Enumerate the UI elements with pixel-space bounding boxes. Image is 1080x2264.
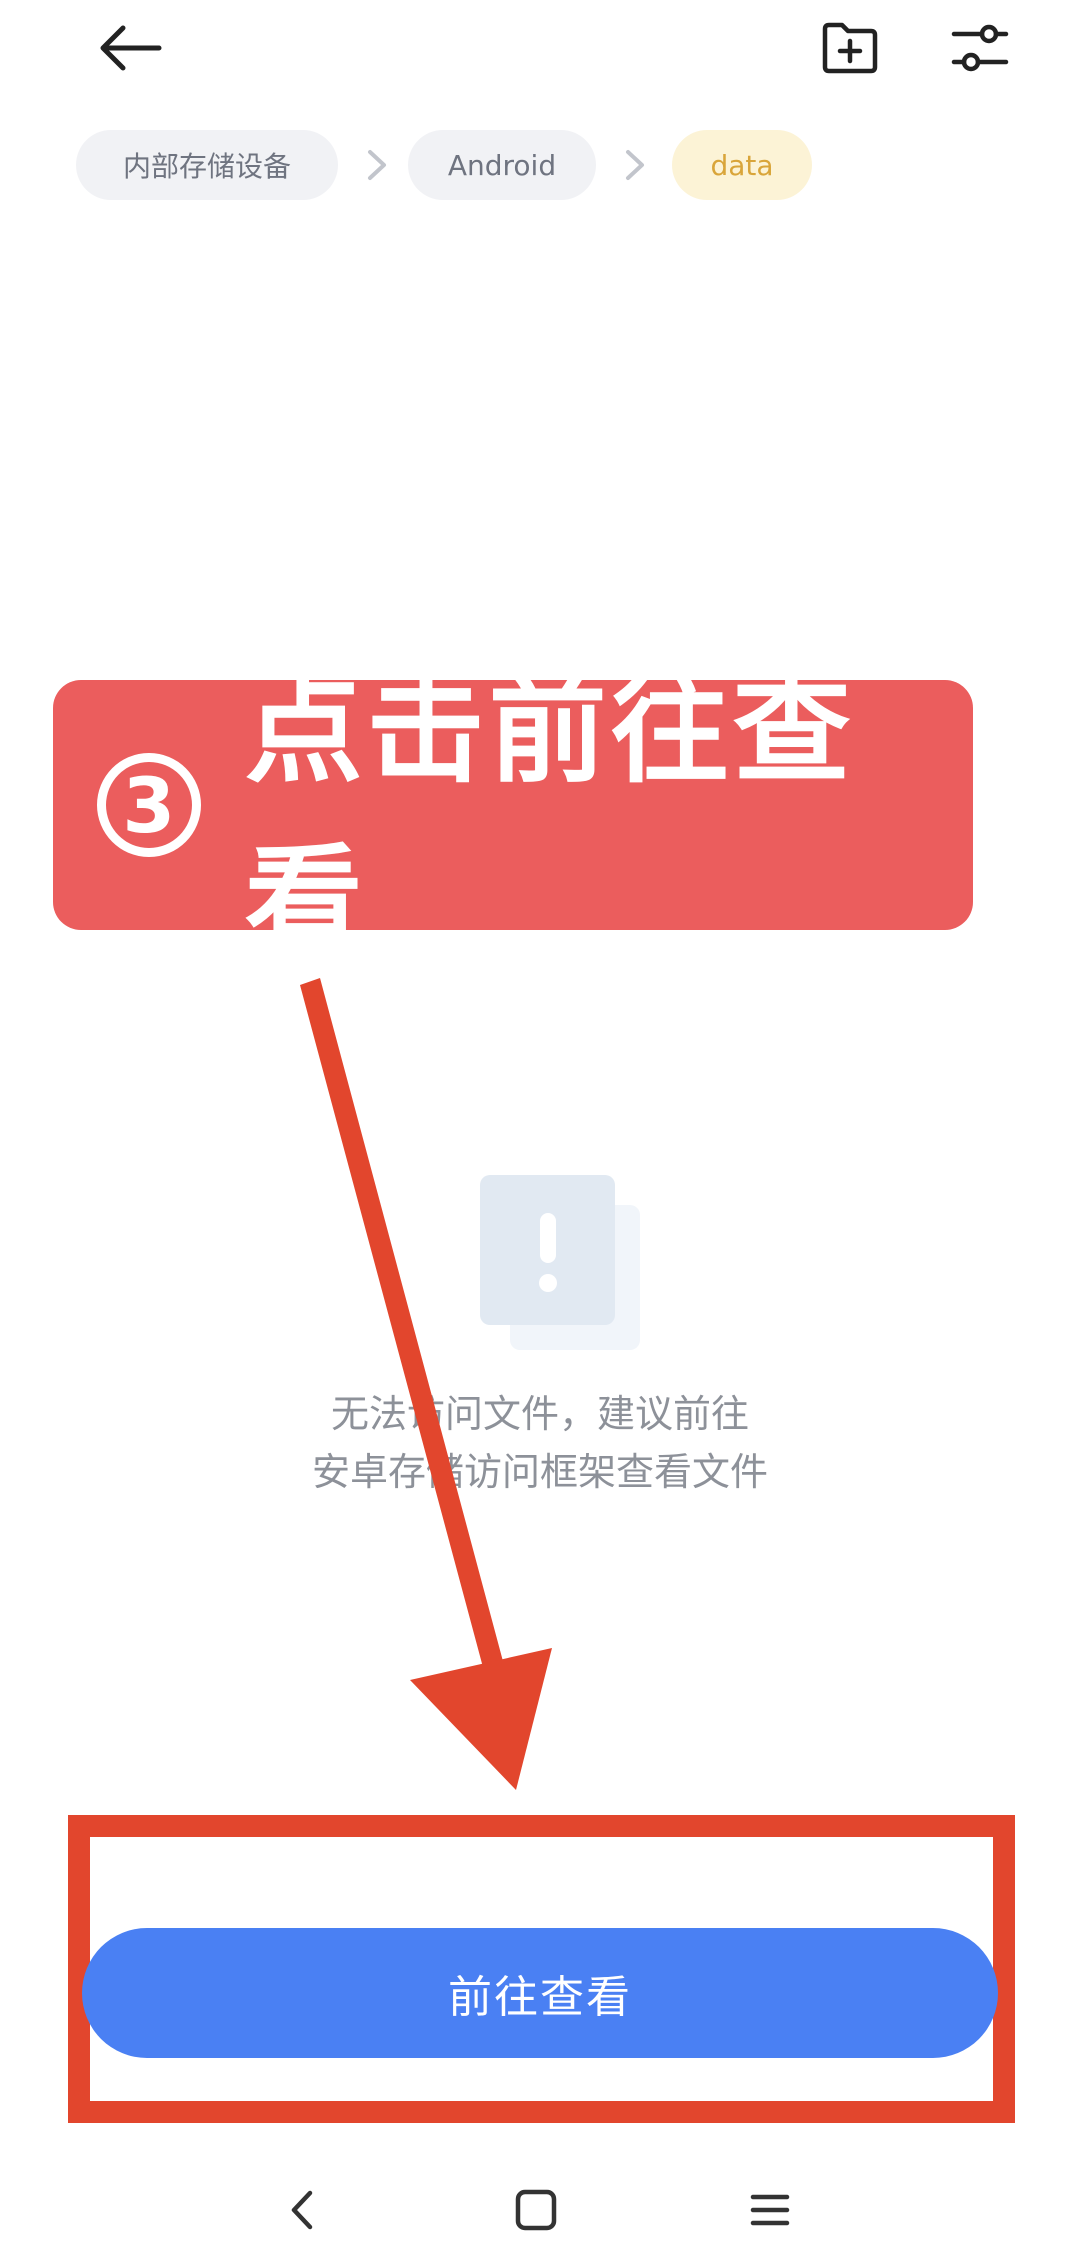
nav-home-button[interactable] (496, 2170, 576, 2250)
empty-state-line-1: 无法访问文件，建议前往 (330, 1392, 749, 1436)
arrow-left-icon (100, 25, 162, 71)
back-button[interactable] (90, 8, 170, 88)
empty-state-line-2: 安卓存储访问框架查看文件 (311, 1450, 768, 1494)
nav-menu-icon (750, 2194, 790, 2226)
nav-back-button[interactable] (262, 2170, 342, 2250)
step-instruction-text: 点击前往查看 (244, 661, 855, 970)
breadcrumb-data[interactable]: data (672, 130, 812, 200)
nav-back-icon (291, 2190, 313, 2230)
nav-home-icon (515, 2189, 557, 2231)
breadcrumb-android[interactable]: Android (408, 130, 596, 200)
go-view-button[interactable]: 前往查看 (82, 1928, 998, 2058)
chevron-right-icon (626, 150, 644, 180)
folder-plus-icon (822, 22, 878, 74)
step-number-badge: 3 (97, 753, 201, 857)
nav-menu-button[interactable] (730, 2170, 810, 2250)
chevron-right-icon (368, 150, 386, 180)
sliders-icon (951, 24, 1009, 72)
alert-document-icon (480, 1175, 640, 1350)
breadcrumb-internal-storage[interactable]: 内部存储设备 (76, 130, 338, 200)
empty-state-message: 无法访问文件，建议前往 安卓存储访问框架查看文件 (200, 1385, 880, 1501)
filter-button[interactable] (940, 8, 1020, 88)
tutorial-step-banner: 3 点击前往查看 (53, 661, 973, 970)
new-folder-button[interactable] (810, 8, 890, 88)
